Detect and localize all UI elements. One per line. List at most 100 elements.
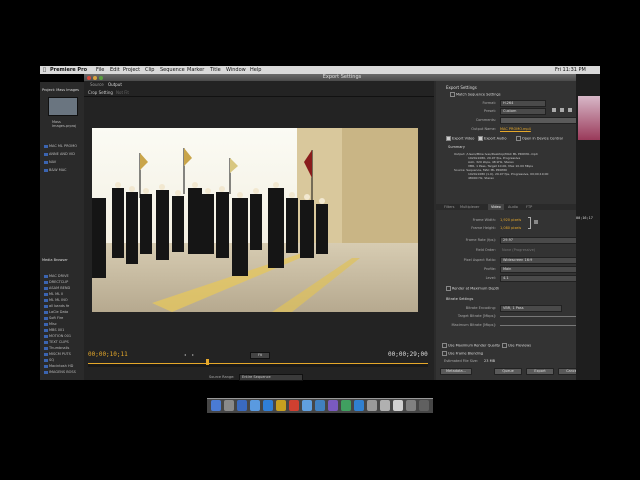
menu-file[interactable]: File — [96, 66, 104, 74]
format-dropdown[interactable]: H.264 — [500, 100, 546, 107]
tab-filters[interactable]: Filters — [444, 204, 455, 210]
media-browser-item[interactable]: Macintosh HD — [44, 364, 73, 368]
media-browser-item-label: MOTION 001 — [49, 334, 72, 338]
media-browser-item[interactable]: MISCM PUTS — [44, 352, 71, 356]
minimize-button[interactable] — [93, 76, 97, 80]
dock-app-icon[interactable] — [211, 400, 221, 411]
tab-ftp[interactable]: FTP — [526, 204, 532, 210]
menu-marker[interactable]: Marker — [187, 66, 204, 74]
dock-app-icon[interactable] — [250, 400, 260, 411]
close-button[interactable] — [87, 76, 91, 80]
play-out-icon[interactable]: ▸ — [192, 352, 194, 357]
scrubber-track[interactable] — [88, 363, 428, 367]
source-range-dropdown[interactable]: Entire Sequence — [239, 374, 303, 381]
dock-app-icon[interactable] — [263, 400, 273, 411]
media-browser-title[interactable]: Media Browser — [42, 258, 68, 262]
dock-app-icon[interactable] — [419, 400, 429, 411]
dock-app-icon[interactable] — [393, 400, 403, 411]
apple-icon[interactable]:  — [43, 66, 46, 74]
playhead[interactable] — [206, 359, 209, 365]
tab-multiplexer[interactable]: Multiplexer — [460, 204, 479, 210]
media-browser-item[interactable]: DRECTCLIP — [44, 280, 68, 284]
media-browser-item[interactable]: MAC DRIVE — [44, 274, 69, 278]
menu-clip[interactable]: Clip — [145, 66, 154, 74]
device-central-checkbox[interactable]: Open in Device Central — [516, 136, 563, 141]
frame-height-value[interactable]: 1,080 pixels — [500, 226, 521, 230]
output-name-link[interactable]: MAC PROMO.mp4 — [500, 127, 531, 131]
render-max-depth-checkbox[interactable]: Render at Maximum Depth — [446, 286, 499, 291]
media-browser-item[interactable]: Soft Fire — [44, 316, 63, 320]
media-browser-item[interactable]: Misc — [44, 322, 57, 326]
save-preset-icon[interactable] — [552, 108, 556, 112]
queue-button[interactable]: Queue — [494, 368, 522, 375]
max-bitrate-slider[interactable] — [500, 325, 582, 326]
dock-app-icon[interactable] — [315, 400, 325, 411]
media-browser-item[interactable]: all bands fe — [44, 304, 69, 308]
frame-blending-checkbox[interactable]: Use Frame Blending — [442, 351, 483, 356]
dock-app-icon[interactable] — [341, 400, 351, 411]
level-value: 4.1 — [503, 276, 509, 280]
crop-setting-tab[interactable]: Crop Setting — [88, 90, 113, 95]
zoom-button[interactable] — [99, 76, 103, 80]
dock-app-icon[interactable] — [354, 400, 364, 411]
sequence-icon — [44, 168, 48, 172]
project-item-label: NAV — [49, 160, 57, 164]
dock-app-icon[interactable] — [328, 400, 338, 411]
frame-width-value[interactable]: 1,920 pixels — [500, 218, 521, 222]
media-browser-item[interactable]: IMAGENS BOSS — [44, 370, 76, 374]
current-timecode[interactable]: 00;00;10;11 — [88, 351, 128, 358]
export-video-checkbox[interactable]: Export Video — [446, 136, 474, 141]
chain-link-icon[interactable] — [528, 217, 531, 229]
media-browser-item[interactable]: ASAM BEND — [44, 286, 70, 290]
dock-app-icon[interactable] — [289, 400, 299, 411]
menu-project[interactable]: Project — [123, 66, 140, 74]
project-item[interactable]: B&W MAC — [44, 168, 67, 172]
delete-preset-icon[interactable] — [568, 108, 572, 112]
tab-audio[interactable]: Audio — [508, 204, 518, 210]
fit-dropdown[interactable]: Fit — [250, 352, 270, 359]
project-panel: Project: Mass Images Mass Images.prproj … — [40, 82, 84, 380]
dock-app-icon[interactable] — [302, 400, 312, 411]
pixel-aspect-value: Widescreen 16:9 — [503, 258, 533, 262]
project-item[interactable]: NAV — [44, 160, 56, 164]
metadata-button[interactable]: Metadata... — [440, 368, 472, 375]
use-previews-checkbox[interactable]: Use Previews — [502, 343, 531, 348]
match-sequence-checkbox[interactable]: Match Sequence Settings — [450, 92, 501, 97]
lock-icon[interactable] — [534, 220, 538, 224]
dock-app-icon[interactable] — [380, 400, 390, 411]
import-preset-icon[interactable] — [560, 108, 564, 112]
dock-app-icon[interactable] — [406, 400, 416, 411]
tab-video[interactable]: Video — [488, 204, 504, 210]
max-render-quality-checkbox[interactable]: Use Maximum Render Quality — [442, 343, 500, 348]
tab-output[interactable]: Output — [108, 82, 122, 87]
dock-app-icon[interactable] — [367, 400, 377, 411]
target-bitrate-slider[interactable] — [500, 316, 582, 317]
media-browser-item[interactable]: SQ — [44, 358, 54, 362]
export-button[interactable]: Export — [526, 368, 554, 375]
media-browser-item[interactable]: MOTION 001 — [44, 334, 71, 338]
project-item[interactable]: ANNE AND VID — [44, 152, 75, 156]
dock-app-icon[interactable] — [276, 400, 286, 411]
media-browser-item-label: Macintosh HD — [49, 364, 74, 368]
media-browser-item[interactable]: MBS 001 — [44, 328, 64, 332]
tab-source[interactable]: Source — [90, 82, 104, 87]
menu-app[interactable]: Premiere Pro — [50, 66, 87, 74]
dock-app-icon[interactable] — [237, 400, 247, 411]
play-in-icon[interactable]: ◂ — [184, 352, 186, 357]
export-audio-checkbox[interactable]: Export Audio — [478, 136, 507, 141]
menu-edit[interactable]: Edit — [110, 66, 120, 74]
dock-app-icon[interactable] — [224, 400, 234, 411]
bitrate-encoding-dropdown[interactable]: VBR, 1 Pass — [500, 305, 562, 312]
media-browser-item[interactable]: TEXT CLIPS — [44, 340, 69, 344]
menu-sequence[interactable]: Sequence — [160, 66, 185, 74]
not-fit-tab[interactable]: Not Fit — [116, 90, 129, 95]
media-browser-item[interactable]: LaCie Data — [44, 310, 68, 314]
preset-dropdown[interactable]: Custom — [500, 108, 546, 115]
media-browser-item[interactable]: ML ML II — [44, 292, 63, 296]
menu-help[interactable]: Help — [250, 66, 261, 74]
media-browser-item[interactable]: ML ML INO — [44, 298, 68, 302]
menu-window[interactable]: Window — [226, 66, 246, 74]
project-item[interactable]: MAC ML PROMO — [44, 144, 77, 148]
media-browser-item[interactable]: Thumbnails — [44, 346, 69, 350]
menu-title[interactable]: Title — [210, 66, 221, 74]
